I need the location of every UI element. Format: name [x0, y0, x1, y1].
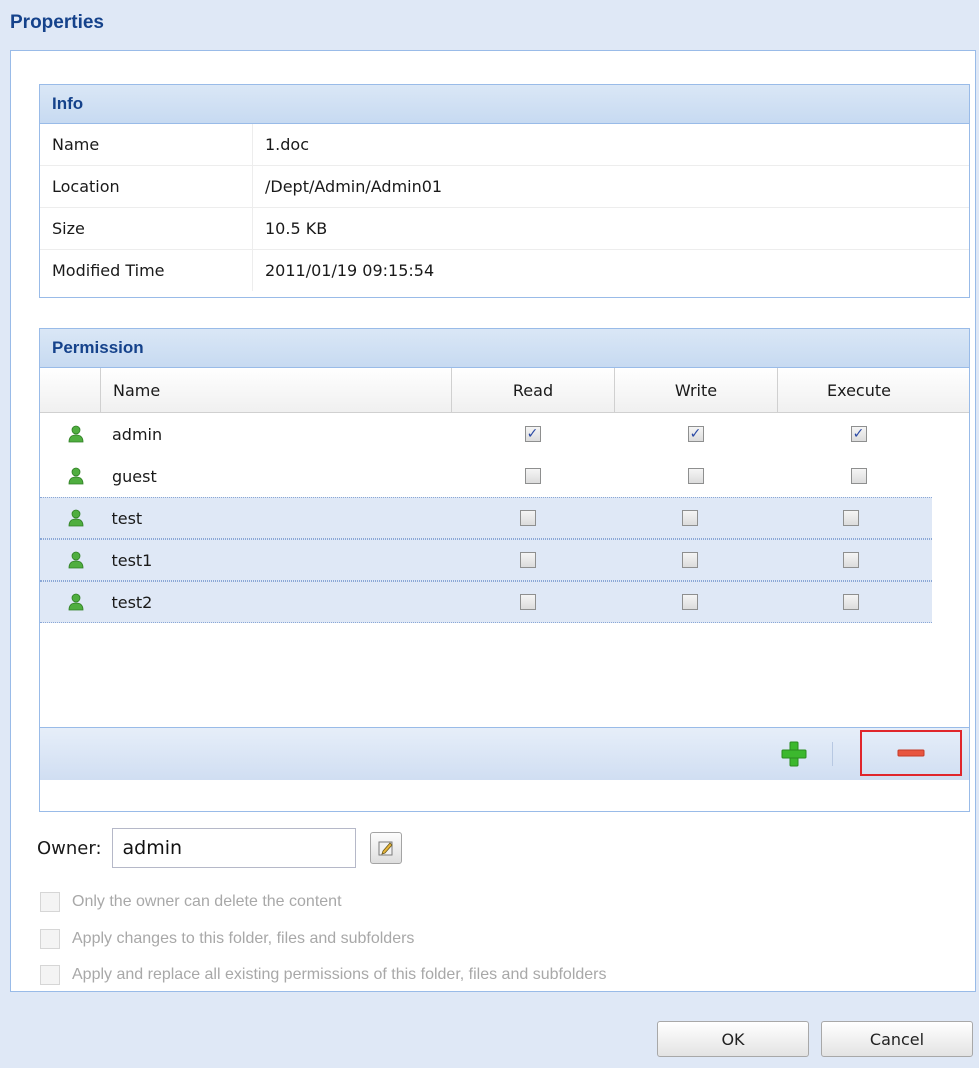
column-header-name[interactable]: Name — [100, 368, 451, 412]
info-row: Size 10.5 KB — [40, 208, 969, 250]
read-cell — [447, 540, 609, 580]
user-name: guest — [112, 466, 157, 486]
read-cell — [447, 582, 609, 622]
column-header-write[interactable]: Write — [614, 368, 777, 412]
write-cell — [614, 455, 777, 497]
option-label: Only the owner can delete the content — [72, 893, 342, 910]
user-icon — [68, 509, 84, 527]
properties-dialog: Properties Info Name 1.doc Location /Dep… — [0, 0, 979, 1068]
write-checkbox[interactable] — [681, 510, 698, 526]
execute-cell — [777, 455, 940, 497]
execute-cell — [770, 582, 932, 622]
execute-checkbox[interactable] — [850, 468, 867, 484]
user-icon-cell — [40, 413, 100, 455]
user-icon — [68, 551, 84, 569]
execute-checkbox[interactable] — [843, 552, 860, 568]
info-row: Modified Time 2011/01/19 09:15:54 — [40, 250, 969, 291]
add-permission-button[interactable] — [780, 740, 808, 768]
toolbar-separator — [832, 742, 833, 766]
cancel-button[interactable]: Cancel — [821, 1021, 973, 1057]
write-checkbox[interactable] — [681, 594, 698, 610]
read-checkbox[interactable] — [520, 510, 537, 526]
read-checkbox[interactable] — [520, 552, 537, 568]
option-label: Apply and replace all existing permissio… — [72, 966, 607, 983]
write-cell — [609, 498, 771, 538]
info-value: 2011/01/19 09:15:54 — [252, 250, 969, 291]
info-label: Name — [52, 135, 100, 154]
permission-grid-header: Name Read Write Execute — [40, 368, 969, 413]
user-name: test2 — [111, 592, 153, 612]
plus-icon — [781, 741, 807, 767]
user-name: test — [111, 508, 143, 528]
info-row: Location /Dept/Admin/Admin01 — [40, 166, 969, 208]
user-name: admin — [112, 424, 163, 444]
write-checkbox[interactable] — [687, 468, 704, 484]
column-header-read[interactable]: Read — [451, 368, 614, 412]
owner-input[interactable] — [111, 828, 356, 868]
option-apply-changes[interactable]: Apply changes to this folder, files and … — [40, 929, 414, 949]
column-header-execute[interactable]: Execute — [777, 368, 940, 412]
option-apply-replace[interactable]: Apply and replace all existing permissio… — [40, 965, 607, 985]
user-icon-cell — [40, 582, 99, 622]
user-icon-cell — [40, 498, 99, 538]
permission-toolbar — [40, 727, 969, 780]
user-icon — [68, 593, 84, 611]
read-checkbox[interactable] — [520, 594, 537, 610]
option-label: Apply changes to this folder, files and … — [72, 930, 415, 947]
info-value: 1.doc — [252, 124, 969, 165]
read-cell — [451, 455, 614, 497]
permission-row[interactable]: admin ✓ ✓ ✓ — [40, 413, 969, 455]
ok-button[interactable]: OK — [657, 1021, 809, 1057]
user-icon-cell — [40, 540, 99, 580]
read-checkbox[interactable]: ✓ — [524, 426, 541, 442]
icon-column-header — [40, 368, 100, 412]
user-icon — [68, 467, 84, 485]
write-cell: ✓ — [614, 413, 777, 455]
execute-cell — [770, 498, 932, 538]
info-value: 10.5 KB — [252, 208, 969, 249]
user-icon — [68, 425, 84, 443]
read-cell: ✓ — [451, 413, 614, 455]
execute-cell: ✓ — [777, 413, 940, 455]
owner-label: Owner: — [37, 837, 102, 859]
execute-checkbox[interactable] — [843, 594, 860, 610]
info-label: Modified Time — [52, 261, 165, 280]
info-row: Name 1.doc — [40, 124, 969, 166]
user-icon-cell — [40, 455, 100, 497]
permission-rows: admin ✓ ✓ ✓ guest test test1 test2 — [40, 413, 969, 623]
info-panel: Info Name 1.doc Location /Dept/Admin/Adm… — [39, 84, 970, 298]
option-owner-delete-only[interactable]: Only the owner can delete the content — [40, 892, 342, 912]
execute-cell — [770, 540, 932, 580]
edit-icon — [378, 841, 393, 856]
edit-owner-button[interactable] — [369, 832, 402, 864]
read-cell — [447, 498, 609, 538]
execute-checkbox[interactable] — [843, 510, 860, 526]
permission-row[interactable]: guest — [40, 455, 969, 497]
minus-icon — [897, 749, 925, 757]
permission-panel-header: Permission — [40, 329, 969, 368]
write-checkbox[interactable]: ✓ — [687, 426, 704, 442]
write-cell — [609, 582, 771, 622]
info-panel-header: Info — [40, 85, 969, 124]
info-label: Location — [52, 177, 120, 196]
checkbox[interactable] — [40, 965, 60, 985]
permission-panel: Permission Name Read Write Execute admin… — [39, 328, 970, 812]
checkbox[interactable] — [40, 929, 60, 949]
dialog-title: Properties — [10, 12, 104, 33]
read-checkbox[interactable] — [524, 468, 541, 484]
owner-row: Owner: — [37, 826, 402, 870]
permission-row[interactable]: test1 — [40, 539, 932, 581]
write-cell — [609, 540, 771, 580]
write-checkbox[interactable] — [681, 552, 698, 568]
info-value: /Dept/Admin/Admin01 — [252, 166, 969, 207]
execute-checkbox[interactable]: ✓ — [850, 426, 867, 442]
info-label: Size — [52, 219, 85, 238]
permission-row[interactable]: test — [40, 497, 932, 539]
user-name: test1 — [111, 550, 153, 570]
remove-permission-button[interactable] — [860, 730, 962, 776]
permission-row[interactable]: test2 — [40, 581, 932, 623]
checkbox[interactable] — [40, 892, 60, 912]
